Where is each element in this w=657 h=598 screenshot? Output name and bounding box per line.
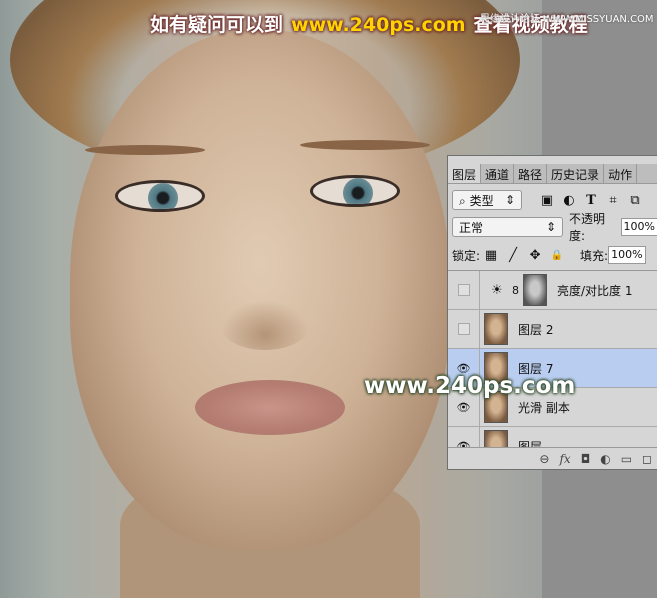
layer-name: 亮度/对比度 1 — [557, 283, 633, 298]
tab-actions[interactable]: 动作 — [604, 164, 638, 183]
panel-bottom-toolbar: ⊖ fx ◘ ◐ ▭ ◻ — [448, 447, 657, 469]
layer-list: ☀ 8 亮度/对比度 1 图层 2 👁 图层 7 👁 光滑 副本 👁 图层 — [448, 270, 657, 448]
tab-paths[interactable]: 路径 — [514, 164, 548, 183]
blend-mode-select[interactable]: 正常 ⇕ — [452, 217, 564, 237]
eye-icon[interactable]: 👁 — [448, 427, 480, 448]
right-eye — [310, 175, 400, 207]
banner-left: 如有疑问可以到 — [150, 14, 284, 36]
right-eyebrow — [300, 140, 430, 150]
image-icon[interactable]: ▣ — [536, 193, 558, 208]
banner-url: www.240ps.com — [291, 14, 466, 36]
move-icon[interactable]: ✥ — [524, 248, 546, 263]
fill-input[interactable]: 100% — [608, 246, 646, 264]
brightness-contrast-icon: ☀ — [491, 282, 503, 298]
nose — [220, 300, 310, 350]
adjustment-layer-icon[interactable]: ◐ — [600, 452, 610, 466]
smart-object-icon[interactable]: ⧉ — [624, 193, 646, 208]
layers-panel: 图层 通道 路径 历史记录 动作 ⌕ 类型 ⇕ ▣ ◐ T ⌗ ⧉ 正常 ⇕ 不透明… — [447, 155, 657, 470]
face — [70, 30, 450, 550]
corner-watermark: 思缘设计论坛 WWW.MISSYUAN.COM — [480, 14, 654, 25]
lock-icon[interactable]: 🔒 — [546, 250, 568, 261]
layer-thumbnail — [484, 313, 508, 345]
layer-mask-thumbnail — [523, 274, 547, 306]
blend-mode-value: 正常 — [459, 220, 484, 235]
chain-link-icon[interactable]: 8 — [512, 284, 519, 297]
panel-tabs: 图层 通道 路径 历史记录 动作 — [448, 164, 657, 184]
left-eyebrow — [85, 145, 205, 155]
lips — [195, 380, 345, 435]
mask-icon[interactable]: ◘ — [581, 452, 591, 466]
updown-icon: ⇕ — [545, 220, 557, 234]
search-icon: ⌕ — [459, 193, 466, 208]
layer-row[interactable]: ☀ 8 亮度/对比度 1 — [448, 271, 657, 310]
new-layer-icon[interactable]: ◻ — [642, 452, 652, 466]
opacity-label: 不透明度: — [569, 212, 606, 243]
updown-icon: ⇕ — [504, 193, 515, 207]
visibility-toggle[interactable] — [457, 323, 470, 335]
fx-icon[interactable]: fx — [559, 452, 570, 466]
lock-pixels-icon[interactable]: ▦ — [480, 248, 502, 263]
layer-thumbnail — [484, 430, 508, 448]
filter-type-select[interactable]: ⌕ 类型 ⇕ — [452, 190, 522, 210]
opacity-input[interactable]: 100% — [620, 218, 657, 236]
folder-icon[interactable]: ▭ — [621, 452, 632, 466]
tab-layers[interactable]: 图层 — [448, 164, 482, 183]
tab-history[interactable]: 历史记录 — [547, 164, 605, 183]
shape-icon[interactable]: ⌗ — [602, 193, 624, 208]
filter-label: 类型 — [469, 193, 494, 208]
tab-channels[interactable]: 通道 — [481, 164, 515, 183]
left-eye — [115, 180, 205, 212]
visibility-toggle[interactable] — [457, 284, 470, 296]
text-icon[interactable]: T — [580, 193, 602, 208]
fill-label: 填充: — [580, 248, 609, 263]
layer-row[interactable]: 图层 2 — [448, 310, 657, 349]
layer-row[interactable]: 👁 图层 — [448, 427, 657, 448]
layer-name: 图层 2 — [518, 322, 554, 337]
lock-label: 锁定: — [452, 248, 481, 263]
brush-icon[interactable]: ╱ — [502, 248, 524, 263]
watermark: www.240ps.com — [364, 373, 576, 399]
layer-name: 光滑 副本 — [518, 400, 570, 415]
link-icon[interactable]: ⊖ — [539, 452, 549, 466]
adjustment-icon[interactable]: ◐ — [558, 193, 580, 208]
